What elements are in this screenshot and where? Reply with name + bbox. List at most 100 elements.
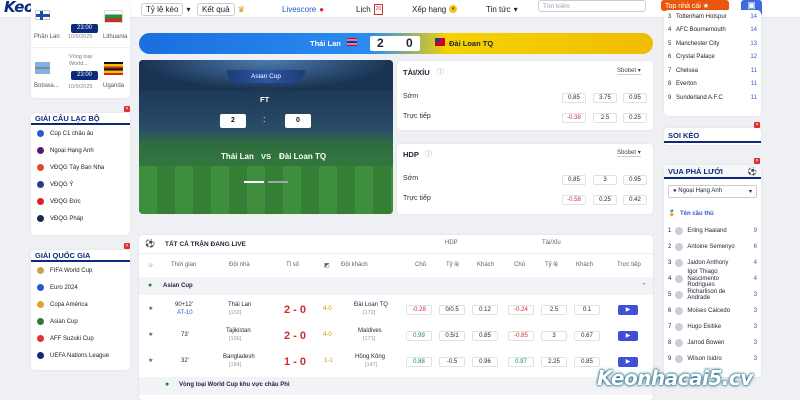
- nav-results[interactable]: Kết quả ♛: [197, 0, 245, 18]
- home-team: Thái Lan: [310, 39, 341, 48]
- goals: 3: [753, 308, 757, 314]
- standings-row[interactable]: 4 AFC Bournemouth 14: [664, 24, 761, 38]
- odds-cell[interactable]: -0.5: [439, 357, 465, 367]
- odds-value[interactable]: 0.42: [623, 195, 647, 205]
- standings-row[interactable]: 7 Chelsea 11: [664, 64, 761, 78]
- col-live: Trực tiếp: [617, 262, 641, 268]
- standings-row[interactable]: 6 Crystal Palace 12: [664, 51, 761, 65]
- league-link[interactable]: VĐQG Ý: [31, 176, 130, 193]
- standings-row[interactable]: 3 Tottenham Hotspur 14: [664, 10, 761, 24]
- odds-cell[interactable]: -0.24: [508, 305, 534, 315]
- nav-news[interactable]: Tin tức ▾: [486, 0, 518, 18]
- standings-row[interactable]: 5 Manchester City 13: [664, 37, 761, 51]
- odds-cell[interactable]: 0.96: [472, 357, 498, 367]
- league-link[interactable]: VĐQG Pháp: [31, 210, 130, 227]
- player-row[interactable]: 1 Erling Haaland 9: [664, 223, 761, 239]
- nav-livescore[interactable]: Livescore ●: [282, 0, 324, 18]
- home-rank: [102]: [229, 310, 242, 316]
- avatar: [675, 259, 684, 267]
- odds-value[interactable]: 0.85: [562, 93, 586, 103]
- odds-value[interactable]: 0.25: [623, 113, 647, 123]
- close-icon[interactable]: ×: [124, 243, 130, 249]
- odds-value[interactable]: 3.75: [593, 93, 617, 103]
- chevron-down-icon: ▾: [513, 4, 518, 14]
- odds-cell[interactable]: 0.5/1: [439, 331, 465, 341]
- col-time: Thời gian: [171, 262, 197, 268]
- league-link[interactable]: FIFA World Cup: [31, 262, 130, 279]
- odds-cell[interactable]: 2.25: [541, 357, 567, 367]
- nav-schedule[interactable]: Lịch 20: [356, 0, 384, 18]
- odds-value[interactable]: -0.58: [562, 195, 586, 205]
- odds-value[interactable]: -0.38: [562, 113, 586, 123]
- topscorer-card: VUA PHÁ LƯỚI ⚽ ● Ngoại Hạng Anh ▾ 🏅 Tên cầ…: [664, 165, 761, 377]
- nav-standings[interactable]: Xếp hạng ★: [412, 0, 458, 18]
- search-input[interactable]: Tìm kiếm: [538, 0, 646, 12]
- close-icon[interactable]: ×: [124, 106, 130, 112]
- avatar: [675, 275, 684, 283]
- league-link[interactable]: VĐQG Đức: [31, 193, 130, 210]
- league-link[interactable]: UEFA Nations League: [31, 347, 130, 364]
- league-link[interactable]: Cúp C1 châu âu: [31, 125, 130, 142]
- league-link[interactable]: Asian Cup: [31, 313, 130, 330]
- chevron-up-icon[interactable]: ⌃: [641, 282, 647, 290]
- favorite-star-icon[interactable]: ★: [148, 357, 153, 364]
- odds-cell[interactable]: 0.85: [472, 331, 498, 341]
- soikeo-card[interactable]: SOI KÈO: [664, 128, 761, 145]
- odds-cell[interactable]: 0.88: [406, 357, 432, 367]
- odds-cell[interactable]: 0.97: [508, 357, 534, 367]
- player-row[interactable]: 9 Wilson Isidro 3: [664, 351, 761, 367]
- league-select[interactable]: ● Ngoại Hạng Anh ▾: [668, 185, 757, 198]
- player-row[interactable]: 6 Moises Caicedo 3: [664, 303, 761, 319]
- odds-value[interactable]: 0.95: [623, 93, 647, 103]
- nav-odds[interactable]: Tỷ lệ kèo ▾: [141, 0, 190, 18]
- odds-value[interactable]: 0.85: [562, 175, 586, 185]
- odds-value[interactable]: 2.5: [593, 113, 617, 123]
- nations-title: GIẢI QUỐC GIA: [31, 250, 130, 262]
- live-stream-button[interactable]: ▶: [618, 305, 638, 315]
- player-row[interactable]: 5 Richarlison de Andrade 3: [664, 287, 761, 303]
- player-row[interactable]: 8 Jarrod Bowen 3: [664, 335, 761, 351]
- odds-value[interactable]: 3: [593, 175, 617, 185]
- close-icon[interactable]: ×: [754, 158, 760, 164]
- league-link[interactable]: AFF Suzuki Cup: [31, 330, 130, 347]
- league-link[interactable]: Ngoại Hạng Anh: [31, 142, 130, 159]
- halftime-score: 4-0: [323, 306, 332, 312]
- football-icon: ⚽: [747, 167, 757, 176]
- table-row[interactable]: ★ 90+12' AT-10 Thái Lan [102] 2 - 0 4-0 …: [139, 297, 653, 323]
- goals: 3: [753, 356, 757, 362]
- match-date: 10/9/2025: [68, 34, 93, 40]
- odds-cell[interactable]: 0.12: [472, 305, 498, 315]
- favorite-star-icon[interactable]: ★: [148, 305, 153, 312]
- odds-cell[interactable]: -0.28: [406, 305, 432, 315]
- goals: 3: [753, 340, 757, 346]
- league-link[interactable]: VĐQG Tây Ban Nha: [31, 159, 130, 176]
- player-row[interactable]: 7 Hugo Ekitike 3: [664, 319, 761, 335]
- provider-select[interactable]: Sbobet ▾: [617, 149, 641, 157]
- league-link[interactable]: Copa América: [31, 296, 130, 313]
- league-link[interactable]: Euro 2024: [31, 279, 130, 296]
- odds-cell[interactable]: 0.99: [406, 331, 432, 341]
- odds-value[interactable]: 0.25: [593, 195, 617, 205]
- standings-row[interactable]: 9 Sunderland A.F.C 11: [664, 91, 761, 105]
- odds-cell[interactable]: -0.85: [508, 331, 534, 341]
- odds-cell[interactable]: 0.1: [574, 305, 600, 315]
- avatar: [675, 243, 684, 251]
- aff-cup-icon: [37, 335, 44, 342]
- slide-indicator-active[interactable]: [244, 181, 264, 183]
- favorite-star-icon[interactable]: ★: [148, 331, 153, 338]
- league-row[interactable]: [139, 277, 653, 295]
- provider-select[interactable]: Sbobet ▾: [617, 67, 641, 75]
- standings-row[interactable]: 8 Everton 11: [664, 78, 761, 92]
- slide-indicator[interactable]: [268, 181, 288, 183]
- player-name: Richarlison de Andrade: [687, 288, 726, 302]
- odds-cell[interactable]: 0/0.5: [439, 305, 465, 315]
- player-row[interactable]: 4 Igor Thiago Nascimento Rodrigues 4: [664, 269, 761, 288]
- live-stream-button[interactable]: ▶: [618, 331, 638, 341]
- table-row[interactable]: ★ 32' Bangladesh [184] 1 - 0 1-1 Hồng Kô…: [139, 349, 653, 375]
- odds-value[interactable]: 0.95: [623, 175, 647, 185]
- odds-cell[interactable]: 0.67: [574, 331, 600, 341]
- player-row[interactable]: 2 Antoine Semenyo 6: [664, 239, 761, 255]
- odds-cell[interactable]: 3: [541, 331, 567, 341]
- odds-cell[interactable]: 2.5: [541, 305, 567, 315]
- table-row[interactable]: ★ 73' Tajikistan [106] 2 - 0 4-0 Maldive…: [139, 323, 653, 349]
